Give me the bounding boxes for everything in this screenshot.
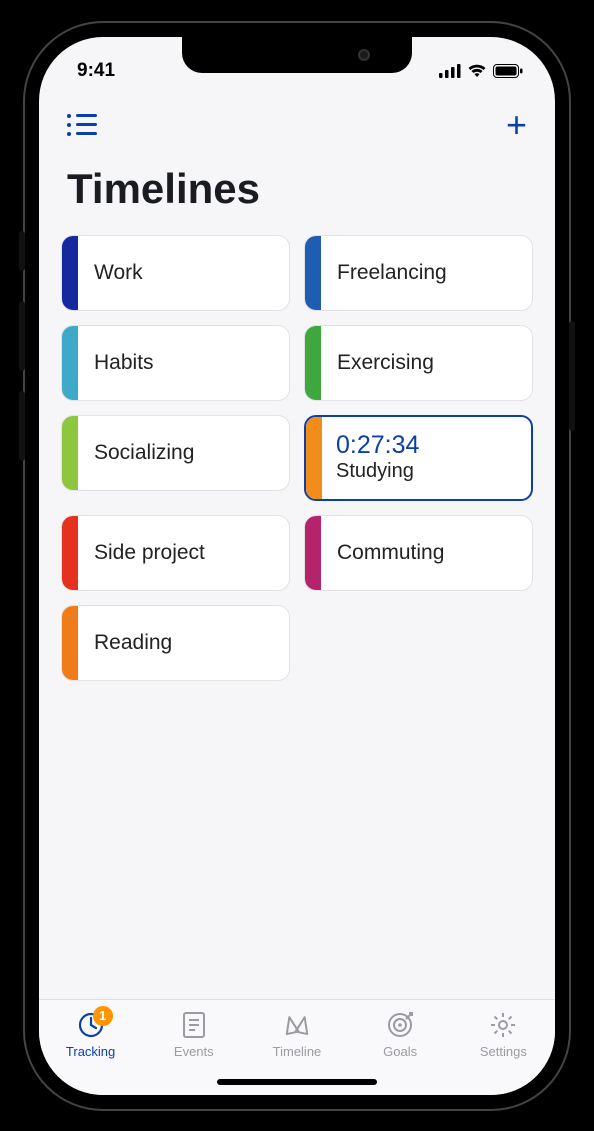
target-icon — [386, 1010, 414, 1040]
running-timer: 0:27:34 — [336, 432, 419, 460]
timeline-label: Socializing — [78, 441, 194, 465]
tab-badge: 1 — [93, 1006, 113, 1026]
color-stripe — [62, 326, 78, 400]
color-stripe — [306, 417, 322, 499]
add-icon[interactable]: + — [506, 107, 527, 143]
timeline-card-studying[interactable]: 0:27:34 Studying — [304, 415, 533, 501]
phone-frame: 9:41 + Timelines Work Freelanc — [23, 21, 571, 1111]
timeline-card-work[interactable]: Work — [61, 235, 290, 311]
front-camera — [358, 49, 370, 61]
status-time: 9:41 — [77, 60, 115, 82]
timeline-card-reading[interactable]: Reading — [61, 605, 290, 681]
wifi-icon — [467, 64, 487, 78]
notch — [182, 37, 412, 73]
color-stripe — [62, 516, 78, 590]
timeline-card-freelancing[interactable]: Freelancing — [304, 235, 533, 311]
screen: 9:41 + Timelines Work Freelanc — [39, 37, 555, 1095]
timeline-label: Habits — [78, 351, 154, 375]
tab-label: Timeline — [273, 1044, 322, 1059]
color-stripe — [305, 236, 321, 310]
timeline-label: Reading — [78, 631, 172, 655]
timeline-card-exercising[interactable]: Exercising — [304, 325, 533, 401]
color-stripe — [305, 516, 321, 590]
side-button — [19, 231, 25, 271]
timeline-card-habits[interactable]: Habits — [61, 325, 290, 401]
timeline-label: Side project — [78, 541, 205, 565]
tab-label: Settings — [480, 1044, 527, 1059]
color-stripe — [62, 416, 78, 490]
tab-goals[interactable]: Goals — [360, 1010, 440, 1059]
volume-up-button — [19, 301, 25, 371]
tab-label: Events — [174, 1044, 214, 1059]
timeline-label: Freelancing — [321, 261, 447, 285]
cellular-icon — [439, 64, 461, 78]
timeline-card-commuting[interactable]: Commuting — [304, 515, 533, 591]
tab-label: Tracking — [66, 1044, 115, 1059]
tab-tracking[interactable]: 1 Tracking — [51, 1010, 131, 1059]
cards-icon — [281, 1010, 313, 1040]
status-indicators — [439, 64, 523, 78]
color-stripe — [62, 606, 78, 680]
list-view-icon[interactable] — [67, 114, 97, 136]
nav-bar: + — [39, 99, 555, 147]
gear-icon — [489, 1010, 517, 1040]
volume-down-button — [19, 391, 25, 461]
color-stripe — [305, 326, 321, 400]
timeline-card-socializing[interactable]: Socializing — [61, 415, 290, 491]
timeline-label: Work — [78, 261, 143, 285]
battery-icon — [493, 64, 523, 78]
power-button — [569, 321, 575, 431]
timelines-grid: Work Freelancing Habits Exercising Socia… — [39, 235, 555, 681]
timeline-label: Commuting — [321, 541, 444, 565]
tab-events[interactable]: Events — [154, 1010, 234, 1059]
color-stripe — [62, 236, 78, 310]
list-doc-icon — [181, 1010, 207, 1040]
tab-settings[interactable]: Settings — [463, 1010, 543, 1059]
timeline-card-side-project[interactable]: Side project — [61, 515, 290, 591]
page-title: Timelines — [39, 147, 555, 235]
timeline-label: Exercising — [321, 351, 434, 375]
home-indicator[interactable] — [217, 1079, 377, 1085]
tab-label: Goals — [383, 1044, 417, 1059]
timeline-label: Studying — [336, 459, 419, 483]
tab-timeline[interactable]: Timeline — [257, 1010, 337, 1059]
